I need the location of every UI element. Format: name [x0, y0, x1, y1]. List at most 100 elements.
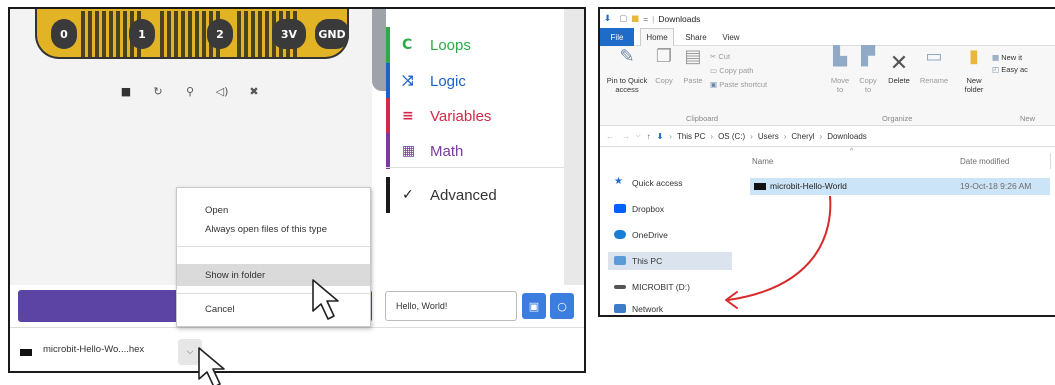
new-folder-button[interactable]: ▮ New folder [960, 46, 988, 95]
stop-icon[interactable]: ■ [115, 82, 137, 100]
paste-shortcut-button[interactable]: ▣ Paste shortcut [710, 80, 767, 89]
copy-to-button[interactable]: ▛ Copy to [856, 46, 880, 95]
category-label: Advanced [430, 186, 497, 204]
cut-button[interactable]: ✂ Cut [710, 52, 730, 61]
toolbox-category-loops[interactable]: C Loops [386, 27, 564, 63]
pointer-cursor-icon [312, 279, 339, 320]
title-bar: ⬇ ▢ ■ = | Downloads [600, 9, 1055, 28]
paste-shortcut-label: Paste shortcut [719, 80, 768, 89]
category-label: Variables [430, 107, 492, 125]
breadcrumb-this-pc[interactable]: This PC [677, 132, 705, 141]
copy-icon: ❐ [655, 46, 673, 67]
pin-gnd[interactable]: GND [315, 19, 349, 49]
pin-3v[interactable]: 3V [272, 19, 306, 49]
github-icon[interactable]: ○ [550, 293, 574, 319]
address-bar: ← → ⌵ ↑ ⬇ › This PC › OS (C:) › Users › … [600, 127, 1055, 147]
nav-item-quick-access[interactable]: ★ Quick access [608, 174, 732, 192]
drive-icon [614, 285, 626, 289]
group-new-label: New [1020, 114, 1036, 123]
move-to-icon: ▙ [833, 46, 847, 67]
project-name-input[interactable]: Hello, World! [385, 291, 517, 321]
tab-file[interactable]: File [600, 28, 634, 46]
nav-item-dropbox[interactable]: Dropbox [608, 200, 732, 218]
easy-access-icon: ◰ [992, 65, 1000, 74]
move-to-button[interactable]: ▙ Move to [828, 46, 852, 95]
save-icon[interactable]: ▣ [522, 293, 546, 319]
rename-icon: ▭ [925, 46, 943, 67]
menu-item-always-open[interactable]: Always open files of this type [177, 218, 370, 240]
delete-icon: ✕ [889, 50, 909, 75]
downloads-icon: ⬇ [656, 132, 664, 141]
breadcrumb-os-c[interactable]: OS (C:) [718, 132, 745, 141]
move-to-label: Move to [830, 76, 850, 94]
file-name: microbit-Hello-World [770, 181, 847, 191]
up-icon[interactable]: ↑ [647, 132, 651, 141]
toolbox-category-logic[interactable]: ⤨ Logic [386, 63, 564, 99]
breadcrumb-users[interactable]: Users [758, 132, 779, 141]
toolbox-category-variables[interactable]: ≡ Variables [386, 98, 564, 134]
breadcrumb-cheryl[interactable]: Cheryl [791, 132, 814, 141]
pin-1[interactable]: 1 [129, 19, 155, 49]
cut-label: Cut [718, 52, 731, 61]
toolbox-category-math[interactable]: ▦ Math [386, 133, 564, 169]
back-icon[interactable]: ← [606, 132, 614, 141]
makecode-editor-panel: 0 1 2 3V GND ■ ↻ ⚲ ◁) ✖ C Loops ⤨ Logic ≡ Var… [8, 7, 586, 373]
toolbox-flyout-edge [372, 9, 386, 91]
file-date: 19-Oct-18 9:26 AM [960, 181, 1032, 191]
nav-item-microbit[interactable]: MICROBIT (D:) [608, 278, 732, 296]
new-folder-label: New folder [964, 76, 984, 94]
rename-label: Rename [919, 76, 949, 85]
debug-icon[interactable]: ⚲ [179, 82, 201, 100]
column-header-name[interactable]: Name [752, 157, 773, 166]
copy-button[interactable]: ❐ Copy [652, 46, 676, 86]
copy-to-icon: ▛ [861, 46, 875, 67]
copy-path-icon: ▭ [710, 66, 718, 75]
category-label: Logic [430, 72, 466, 90]
cloud-icon [614, 230, 626, 239]
new-item-button[interactable]: ▦ New it [992, 53, 1022, 62]
nav-item-onedrive[interactable]: OneDrive [608, 226, 732, 244]
downloaded-file-name[interactable]: microbit-Hello-Wo....hex [43, 344, 144, 355]
fullscreen-icon[interactable]: ✖ [243, 82, 265, 100]
toolbox-category-advanced[interactable]: ✓ Advanced [386, 177, 564, 213]
breadcrumb-downloads[interactable]: Downloads [827, 132, 867, 141]
tab-view[interactable]: View [716, 28, 746, 46]
new-item-icon: ▦ [992, 53, 1000, 62]
pin-2[interactable]: 2 [207, 19, 233, 49]
nav-item-network[interactable]: Network [608, 300, 732, 315]
copy-label: Copy [655, 76, 673, 85]
easy-access-button[interactable]: ◰ Easy ac [992, 65, 1028, 74]
rename-button[interactable]: ▭ Rename [918, 46, 950, 86]
delete-label: Delete [888, 76, 910, 85]
ribbon-tabs: File Home Share View [600, 28, 1055, 46]
tab-share[interactable]: Share [680, 28, 712, 46]
pin-0[interactable]: 0 [51, 19, 77, 49]
group-clipboard-label: Clipboard [686, 114, 719, 123]
pin-label: Pin to Quick access [606, 76, 648, 94]
recent-locations-icon[interactable]: ⌵ [636, 133, 641, 140]
category-color-bar [386, 63, 390, 99]
paste-button[interactable]: ▤ Paste [680, 46, 706, 86]
qat-dropdown-icon[interactable]: = [643, 14, 648, 24]
new-folder-icon: ▮ [969, 46, 979, 67]
ribbon-home: ✎ Pin to Quick access ❐ Copy ▤ Paste ✂ C… [600, 46, 1055, 126]
category-color-bar [386, 27, 390, 63]
toolbox-divider [386, 167, 564, 168]
delete-button[interactable]: ✕ Delete [884, 50, 914, 86]
logic-icon: ⤨ [402, 73, 414, 89]
clipboard-icon: ▤ [684, 46, 702, 67]
network-icon [614, 304, 626, 313]
category-label: Math [430, 142, 464, 160]
tab-home[interactable]: Home [640, 28, 674, 46]
properties-icon[interactable]: ▢ [619, 14, 627, 24]
copy-path-button[interactable]: ▭ Copy path [710, 66, 753, 75]
restart-icon[interactable]: ↻ [147, 82, 169, 100]
forward-icon[interactable]: → [622, 132, 630, 141]
pin-quick-access-button[interactable]: ✎ Pin to Quick access [606, 48, 648, 95]
column-header-date[interactable]: Date modified [960, 157, 1009, 166]
mute-icon[interactable]: ◁) [211, 82, 233, 100]
category-color-bar [386, 133, 390, 169]
nav-item-this-pc[interactable]: This PC [608, 252, 732, 270]
workspace-scrollbar[interactable] [564, 9, 584, 285]
group-organize-label: Organize [882, 114, 913, 123]
